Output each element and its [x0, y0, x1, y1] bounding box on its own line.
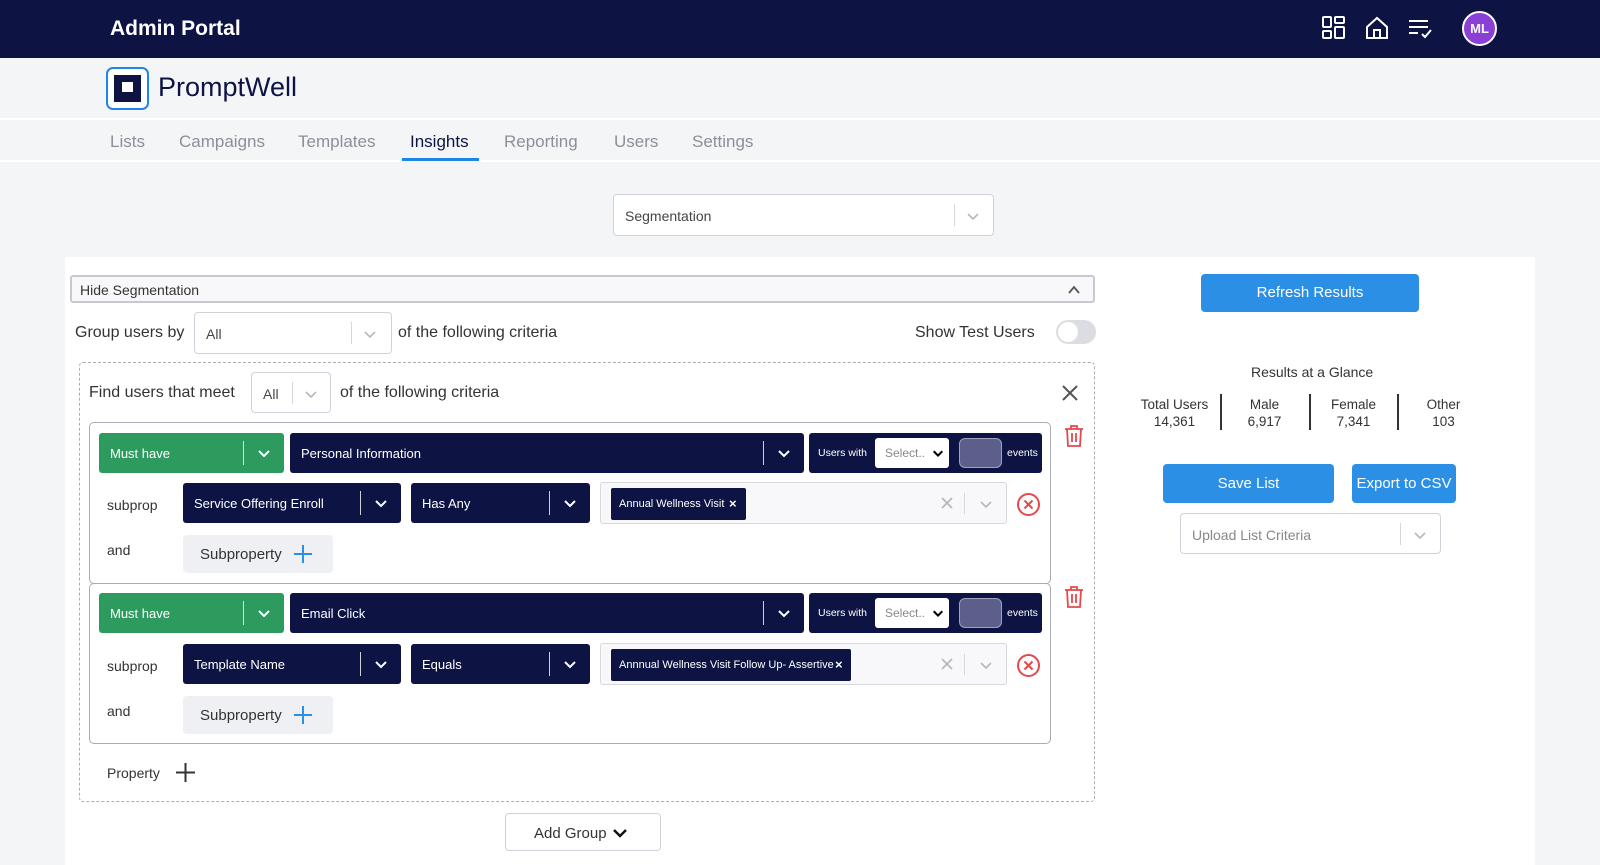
clear-icon[interactable] [941, 497, 953, 509]
tab-templates[interactable]: Templates [298, 132, 375, 152]
chevron-down-icon [258, 450, 270, 458]
stat-total-users: Total Users 14,361 [1140, 397, 1209, 429]
brand-bar: PromptWell [0, 58, 1600, 118]
view-select[interactable]: Segmentation [613, 194, 994, 236]
add-property-label[interactable]: Property [107, 765, 160, 781]
plus-icon [294, 706, 312, 724]
home-icon[interactable] [1363, 14, 1391, 42]
event-select[interactable]: Personal Information [290, 433, 804, 473]
chevron-down-icon [364, 331, 376, 339]
operator-select[interactable]: Equals [411, 644, 590, 684]
hide-segmentation-label: Hide Segmentation [80, 282, 200, 298]
chevron-down-icon [778, 450, 790, 458]
view-select-value: Segmentation [625, 208, 712, 224]
brand-logo-icon [106, 67, 149, 110]
tab-insights[interactable]: Insights [410, 132, 469, 152]
show-test-users-toggle[interactable] [1056, 320, 1096, 344]
trash-icon[interactable] [1063, 424, 1085, 448]
add-subproperty-button[interactable]: Subproperty [183, 535, 333, 573]
tab-reporting[interactable]: Reporting [504, 132, 578, 152]
plus-icon [294, 545, 312, 563]
upload-list-criteria-placeholder: Upload List Criteria [1192, 527, 1312, 543]
value-chip: Annnual Wellness Visit Follow Up- Assert… [611, 649, 851, 681]
subprop-field-select[interactable]: Service Offering Enroll [183, 483, 401, 523]
group-by-select[interactable]: All [194, 312, 392, 354]
value-multiselect[interactable]: Annual Wellness Visit × [600, 482, 1007, 524]
chevron-down-icon [967, 213, 979, 221]
remove-chip-icon[interactable]: × [835, 657, 843, 672]
app-title: Admin Portal [110, 17, 241, 40]
find-criteria-suffix: of the following criteria [340, 384, 500, 401]
close-icon[interactable] [1061, 384, 1079, 402]
event-select[interactable]: Email Click [290, 593, 804, 633]
find-users-select[interactable]: All [251, 372, 331, 413]
chevron-down-icon [564, 500, 576, 508]
hide-segmentation-bar[interactable]: Hide Segmentation [70, 275, 1095, 303]
chevron-down-icon [1414, 532, 1426, 540]
chevron-down-icon [613, 829, 627, 838]
chevron-down-icon [778, 610, 790, 618]
main-tabs: Lists Campaigns Templates Insights Repor… [0, 118, 1600, 162]
active-tab-indicator [402, 158, 479, 161]
stat-divider [1397, 394, 1399, 430]
chevron-down-icon [258, 610, 270, 618]
users-with-select[interactable]: Select.. [875, 438, 949, 468]
requirement-select[interactable]: Must have [99, 593, 284, 633]
chevron-down-icon [932, 610, 944, 618]
show-test-users-label: Show Test Users [915, 324, 1035, 341]
requirement-select[interactable]: Must have [99, 433, 284, 473]
and-label: and [107, 703, 131, 719]
upload-list-criteria-select[interactable]: Upload List Criteria [1180, 513, 1441, 554]
chevron-down-icon [980, 501, 992, 509]
chevron-up-icon[interactable] [1067, 283, 1081, 297]
glance-title: Results at a Glance [1251, 364, 1374, 380]
remove-chip-icon[interactable]: × [729, 496, 737, 511]
operator-select[interactable]: Has Any [411, 483, 590, 523]
users-with-select[interactable]: Select.. [875, 598, 949, 628]
find-users-value: All [263, 386, 279, 402]
find-users-label: Find users that meet [89, 384, 235, 401]
chevron-down-icon [375, 500, 387, 508]
remove-subprop-icon[interactable] [1016, 653, 1041, 678]
events-count-input[interactable] [959, 598, 1002, 628]
stat-female: Female 7,341 [1330, 397, 1376, 429]
checklist-icon[interactable] [1406, 14, 1434, 42]
chevron-down-icon [564, 661, 576, 669]
chevron-down-icon [932, 450, 944, 458]
remove-subprop-icon[interactable] [1016, 492, 1041, 517]
subprop-label: subprop [107, 658, 158, 674]
clear-icon[interactable] [941, 658, 953, 670]
value-chip: Annual Wellness Visit × [611, 488, 746, 520]
stat-other: Other 103 [1426, 397, 1461, 429]
stat-male: Male 6,917 [1247, 397, 1282, 429]
add-subproperty-button[interactable]: Subproperty [183, 696, 333, 734]
chevron-down-icon [375, 661, 387, 669]
tab-lists[interactable]: Lists [110, 132, 145, 152]
brand-name: PromptWell [158, 72, 298, 102]
group-by-label: Group users by [75, 324, 185, 341]
chevron-down-icon [980, 662, 992, 670]
users-with-filter: Users with Select.. events [809, 593, 1042, 633]
subprop-label: subprop [107, 497, 158, 513]
subprop-field-select[interactable]: Template Name [183, 644, 401, 684]
tab-campaigns[interactable]: Campaigns [179, 132, 265, 152]
add-group-button[interactable]: Add Group [505, 813, 661, 851]
trash-icon[interactable] [1063, 585, 1085, 609]
chevron-down-icon [305, 391, 317, 399]
plus-icon[interactable] [175, 762, 196, 783]
avatar[interactable]: ML [1462, 11, 1497, 46]
top-bar: Admin Portal ML [0, 0, 1600, 58]
and-label: and [107, 542, 131, 558]
criteria-suffix: of the following criteria [398, 324, 558, 341]
refresh-results-button[interactable]: Refresh Results [1201, 274, 1419, 312]
users-with-filter: Users with Select.. events [809, 433, 1042, 473]
value-multiselect[interactable]: Annnual Wellness Visit Follow Up- Assert… [600, 643, 1007, 685]
grid-icon[interactable] [1320, 14, 1348, 42]
tab-settings[interactable]: Settings [692, 132, 753, 152]
group-by-value: All [206, 326, 222, 342]
events-count-input[interactable] [959, 438, 1002, 468]
export-csv-button[interactable]: Export to CSV [1352, 464, 1456, 503]
save-list-button[interactable]: Save List [1163, 464, 1334, 503]
tab-users[interactable]: Users [614, 132, 658, 152]
